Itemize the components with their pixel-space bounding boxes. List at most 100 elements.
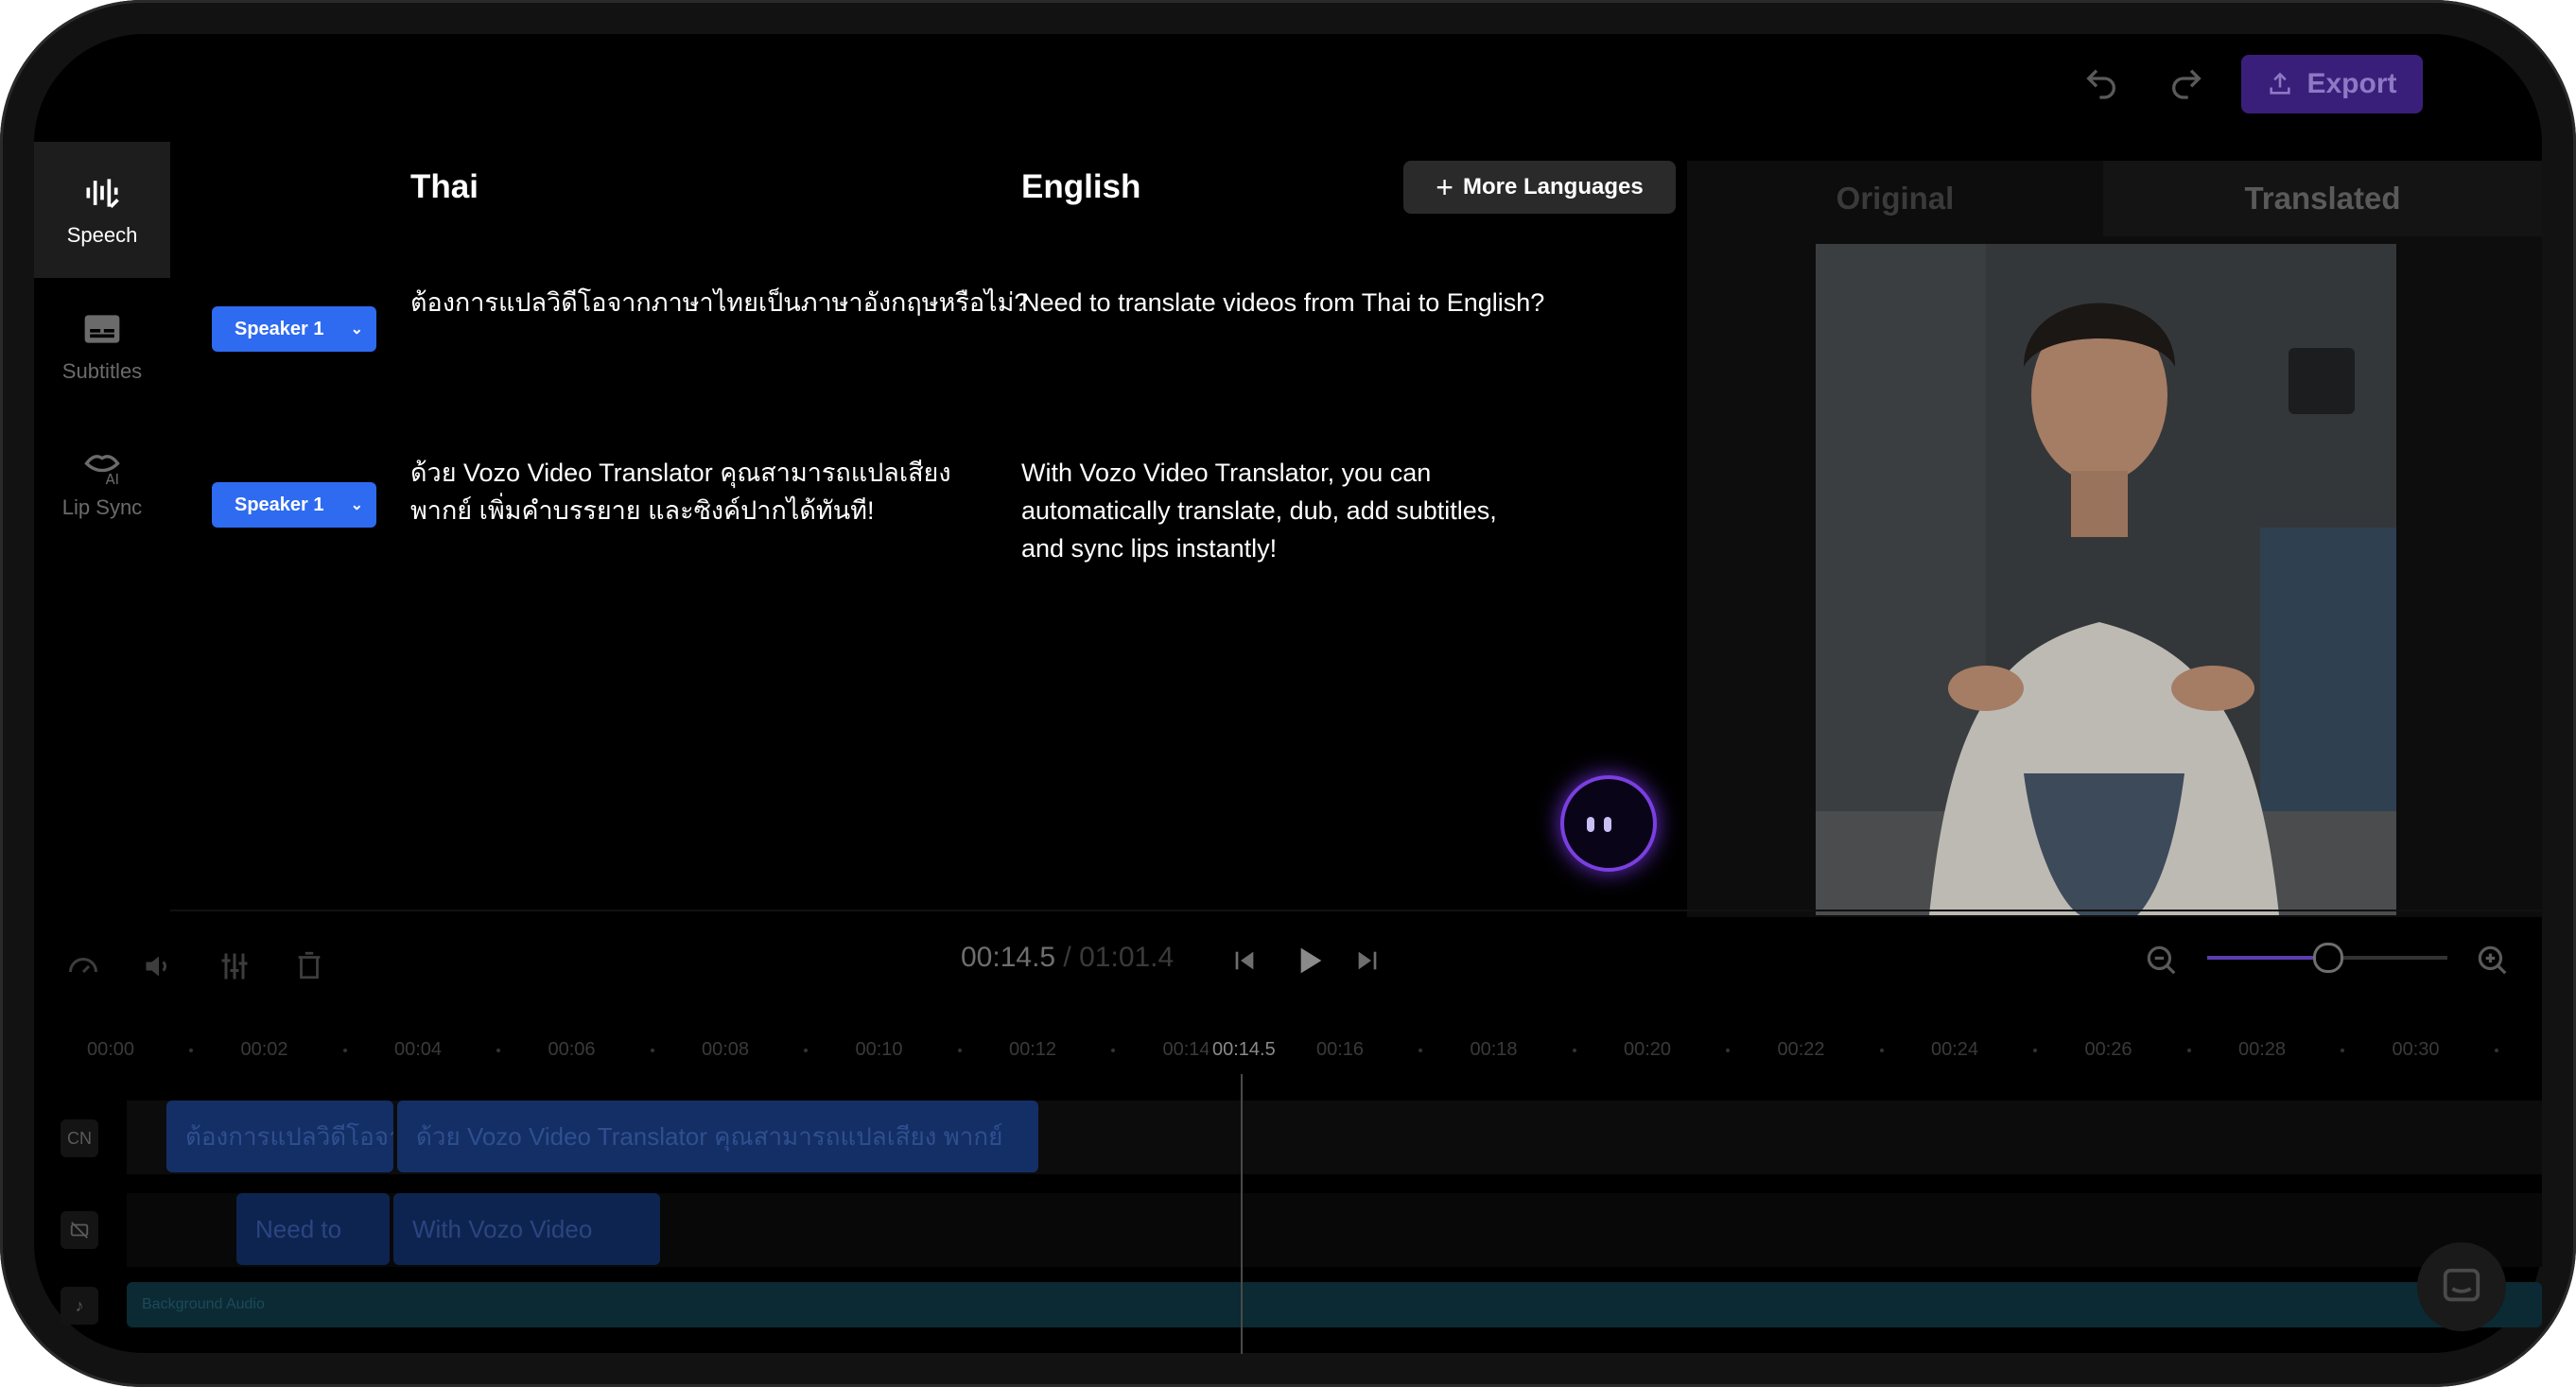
background-audio-clip[interactable]: Background Audio <box>127 1282 2542 1327</box>
ruler-tick-label: 00:10 <box>855 1039 903 1060</box>
ruler-tick <box>650 1049 654 1052</box>
subtitles-icon <box>84 315 120 343</box>
ruler-tick-label: 00:20 <box>1624 1039 1672 1060</box>
ruler-tick-label: 00:30 <box>2392 1039 2440 1060</box>
ruler-tick <box>1111 1049 1115 1052</box>
zoom-in-icon[interactable] <box>2474 942 2510 982</box>
ruler-tick <box>2341 1049 2344 1052</box>
translation-text[interactable]: Need to translate videos from Thai to En… <box>1021 284 1544 321</box>
sidebar-item-subtitles[interactable]: Subtitles <box>34 278 170 414</box>
tab-original[interactable]: Original <box>1687 161 2103 236</box>
skip-forward-icon[interactable] <box>1352 945 1383 980</box>
ruler-tick-label: 00:14 <box>1162 1039 1210 1060</box>
speed-icon[interactable] <box>66 949 100 991</box>
equalizer-icon[interactable] <box>218 949 252 991</box>
time-display: 00:14.5 / 01:01.4 <box>961 942 1174 974</box>
zoom-slider-handle[interactable] <box>2313 943 2343 973</box>
ruler-tick <box>496 1049 500 1052</box>
ruler-tick <box>189 1049 193 1052</box>
playhead[interactable] <box>1241 1074 1243 1354</box>
subtitle-clip[interactable]: ด้วย Vozo Video Translator คุณสามารถแปลเ… <box>397 1101 1038 1172</box>
subtitle-track-label: CN <box>61 1119 98 1157</box>
more-languages-button[interactable]: + More Languages <box>1403 161 1676 214</box>
ai-assistant-icon[interactable] <box>1560 775 1657 872</box>
ruler-tick-label: 00:12 <box>1009 1039 1057 1060</box>
total-time: 01:01.4 <box>1079 942 1175 973</box>
ruler-tick <box>957 1049 962 1052</box>
chevron-down-icon: ⌄ <box>350 321 363 338</box>
ruler-tick <box>342 1049 347 1052</box>
zoom-out-icon[interactable] <box>2143 942 2179 982</box>
zoom-slider-track[interactable] <box>2207 943 2447 973</box>
ruler-tick <box>1879 1049 1884 1052</box>
source-line: ด้วย Vozo Video Translator คุณสามารถแปลเ… <box>410 459 951 487</box>
translation-line: With Vozo Video Translator, you can <box>1021 459 1432 487</box>
ruler-tick <box>804 1049 808 1052</box>
speaker-select[interactable]: Speaker 1 ⌄ <box>212 306 376 352</box>
current-time: 00:14.5 <box>961 942 1056 973</box>
redo-icon[interactable] <box>2158 55 2215 112</box>
ruler-tick <box>2033 1049 2037 1052</box>
speaker-label: Speaker 1 <box>235 318 324 339</box>
ruler-tick <box>1572 1049 1576 1052</box>
source-language-heading: Thai <box>410 168 479 205</box>
subtitle-clip[interactable]: ต้องการแปลวิดีโอจากภาษาไทยเป็นภาษาอังกฤษ… <box>166 1101 393 1172</box>
ruler-tick-label: 00:06 <box>548 1039 596 1060</box>
source-text[interactable]: ต้องการแปลวิดีโอจากภาษาไทยเป็นภาษาอังกฤษ… <box>410 284 1028 321</box>
translation-line: and sync lips instantly! <box>1021 534 1278 563</box>
undo-icon[interactable] <box>2073 55 2130 112</box>
export-button[interactable]: Export <box>2241 55 2423 113</box>
playhead-time-label: 00:14.5 <box>1209 1039 1279 1061</box>
plus-icon: + <box>1436 169 1453 204</box>
music-note-icon: ♪ <box>61 1287 98 1325</box>
source-line: พากย์ เพิ่มคำบรรยาย และซิงค์ปากได้ทันที! <box>410 496 875 525</box>
tab-translated[interactable]: Translated <box>2103 161 2542 236</box>
export-label: Export <box>2306 68 2397 99</box>
video-frame-image <box>1816 244 2396 915</box>
ruler-tick-label: 00:04 <box>394 1039 443 1060</box>
ruler-tick <box>2186 1049 2191 1052</box>
svg-text:AI: AI <box>106 472 119 486</box>
video-preview[interactable] <box>1816 244 2396 915</box>
divider <box>170 910 2542 911</box>
translation-text[interactable]: With Vozo Video Translator, you can auto… <box>1021 454 1497 567</box>
source-text[interactable]: ด้วย Vozo Video Translator คุณสามารถแปลเ… <box>410 454 951 529</box>
ruler-tick-label: 00:00 <box>87 1039 135 1060</box>
chevron-down-icon: ⌄ <box>350 497 363 513</box>
voice-clip[interactable]: With Vozo Video <box>393 1193 660 1265</box>
translation-line: automatically translate, dub, add subtit… <box>1021 496 1497 525</box>
ruler-tick-label: 00:24 <box>1931 1039 1979 1060</box>
more-languages-label: More Languages <box>1462 174 1644 199</box>
target-language-heading: English <box>1021 168 1141 205</box>
ruler-tick <box>2494 1049 2498 1052</box>
speaker-select[interactable]: Speaker 1 ⌄ <box>212 482 376 528</box>
ruler-tick <box>1419 1049 1422 1052</box>
sidebar-label-speech: Speech <box>66 223 138 247</box>
voice-clip[interactable]: Need to <box>236 1193 390 1265</box>
caption-off-icon[interactable] <box>61 1211 98 1249</box>
delete-icon[interactable] <box>293 949 325 989</box>
sidebar-item-speech[interactable]: Speech <box>34 142 170 278</box>
ruler-tick-label: 00:26 <box>2084 1039 2132 1060</box>
ruler-tick-label: 00:28 <box>2238 1039 2287 1060</box>
volume-icon[interactable] <box>142 949 176 991</box>
speaker-label: Speaker 1 <box>235 494 324 515</box>
zoom-slider-fill <box>2207 956 2327 960</box>
ruler-tick-label: 00:16 <box>1316 1039 1365 1060</box>
ruler-tick-label: 00:02 <box>240 1039 288 1060</box>
speech-wave-icon <box>86 179 119 208</box>
skip-back-icon[interactable] <box>1229 945 1260 980</box>
sidebar-label-subtitles: Subtitles <box>61 359 143 383</box>
chat-support-button[interactable] <box>2417 1242 2506 1331</box>
sidebar-label-lip-sync: Lip Sync <box>61 495 143 519</box>
time-separator: / <box>1055 942 1080 973</box>
chat-icon <box>2443 1268 2480 1302</box>
ruler-tick-label: 00:18 <box>1470 1039 1518 1060</box>
upload-icon <box>2270 72 2291 95</box>
ruler-tick <box>1726 1049 1730 1052</box>
sidebar-item-lip-sync[interactable]: AI Lip Sync <box>34 414 170 550</box>
lip-sync-icon: AI <box>84 455 120 486</box>
ruler-tick-label: 00:08 <box>702 1039 750 1060</box>
ruler-tick-label: 00:22 <box>1777 1039 1825 1060</box>
play-icon[interactable] <box>1290 942 1328 984</box>
